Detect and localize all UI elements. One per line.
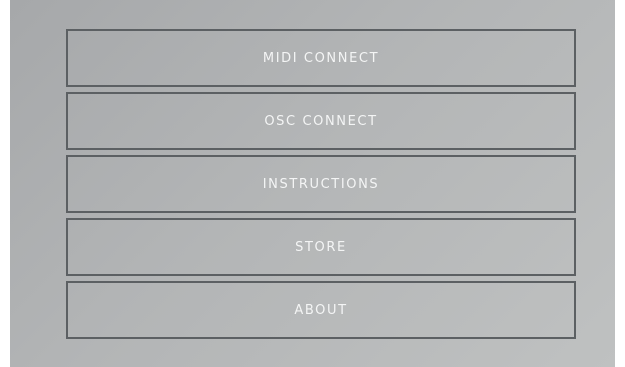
instructions-button[interactable]: INSTRUCTIONS <box>66 155 576 213</box>
store-label: STORE <box>295 239 347 255</box>
midi-connect-button[interactable]: MIDI CONNECT <box>66 29 576 87</box>
about-label: ABOUT <box>294 302 348 318</box>
osc-connect-button[interactable]: OSC CONNECT <box>66 92 576 150</box>
instructions-label: INSTRUCTIONS <box>262 176 380 192</box>
main-menu-screen: MIDI CONNECT OSC CONNECT INSTRUCTIONS ST… <box>10 0 615 367</box>
store-button[interactable]: STORE <box>66 218 576 276</box>
main-menu: MIDI CONNECT OSC CONNECT INSTRUCTIONS ST… <box>66 29 576 339</box>
about-button[interactable]: ABOUT <box>66 281 576 339</box>
midi-connect-label: MIDI CONNECT <box>262 50 380 66</box>
osc-connect-label: OSC CONNECT <box>264 113 378 129</box>
